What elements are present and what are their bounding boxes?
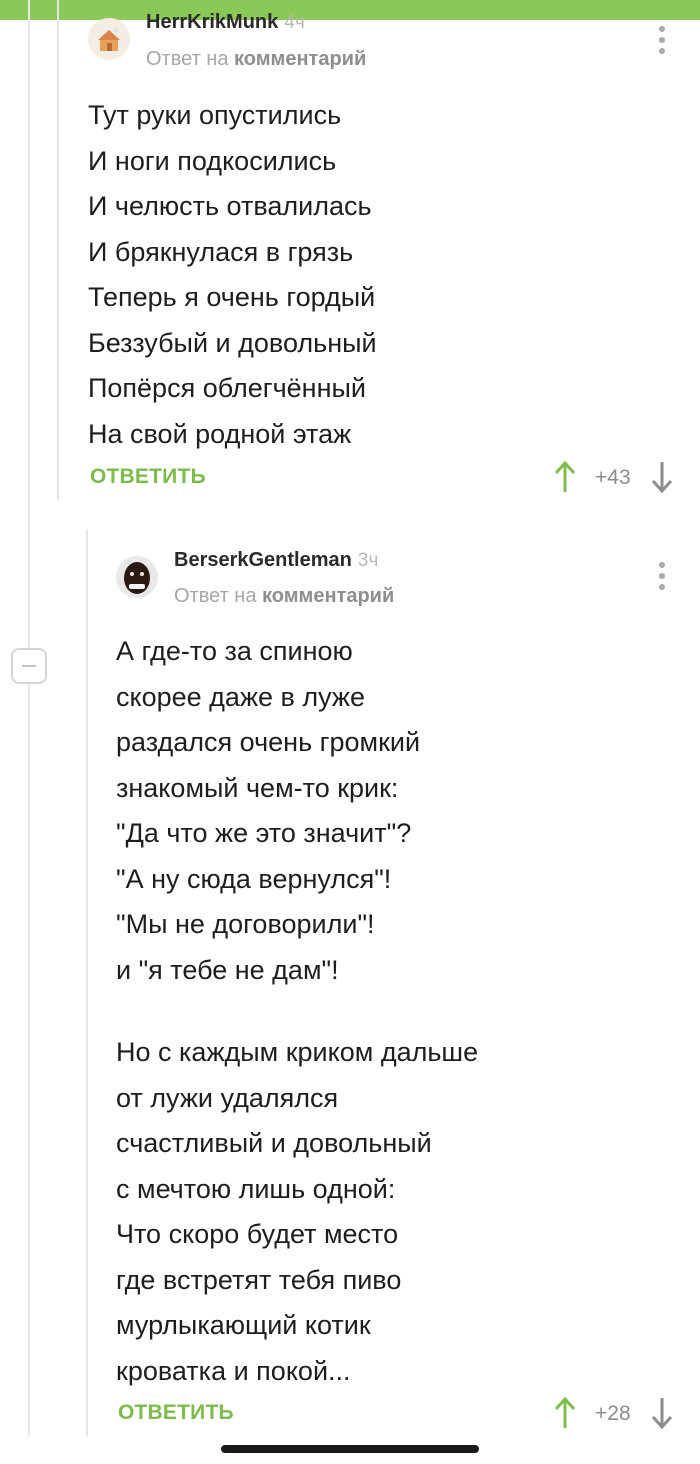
- comment-line: "Да что же это значит"?: [116, 818, 412, 848]
- comment-line: [116, 993, 478, 1030]
- smiling-man-avatar-icon[interactable]: [116, 556, 158, 598]
- downvote-arrow-icon[interactable]: [651, 1396, 673, 1430]
- comment-line: с мечтою лишь одной:: [116, 1173, 396, 1204]
- comment-line: знакомый чем-то крик:: [116, 772, 399, 803]
- reply-to-meta: Ответ на комментарий: [174, 585, 395, 607]
- more-options-icon[interactable]: [657, 562, 667, 592]
- comment-line: где встретят тебя пиво: [116, 1264, 402, 1295]
- comment-body: А где-то за спиною скорее даже в луже ра…: [116, 629, 478, 1394]
- comment-line: "Мы не договорили"!: [116, 909, 375, 939]
- more-options-icon[interactable]: [657, 26, 667, 56]
- comment: BerserkGentleman 3ч Ответ на комментарий …: [0, 530, 700, 1440]
- downvote-arrow-icon[interactable]: [651, 460, 673, 494]
- comment-line: раздался очень громкий: [116, 727, 421, 757]
- reply-to-meta: Ответ на комментарий: [146, 48, 367, 70]
- comment-line: Попёрся облегчённый: [88, 373, 366, 403]
- home-indicator[interactable]: [221, 1445, 479, 1453]
- comment-time: 3ч: [357, 550, 379, 571]
- comment-line: кроватка и покой...: [116, 1355, 351, 1386]
- comment-line: Но с каждым криком дальше: [116, 1037, 479, 1067]
- reply-target-link[interactable]: комментарий: [234, 48, 366, 70]
- comment-line: И челюсть отвалилась: [88, 191, 372, 221]
- comment-body: Тут руки опустились И ноги подкосились И…: [88, 93, 377, 452]
- upvote-arrow-icon[interactable]: [554, 460, 576, 494]
- comment-line: счастливый и довольный: [116, 1128, 432, 1158]
- comment-author[interactable]: BerserkGentleman 3ч: [174, 549, 378, 572]
- upvote-arrow-icon[interactable]: [554, 1396, 576, 1430]
- comment-line: А где-то за спиною: [116, 636, 353, 666]
- comment-time: 4ч: [284, 12, 305, 33]
- comment-line: Тут руки опустились: [88, 100, 342, 130]
- comment-line: Беззубый и довольный: [88, 327, 377, 358]
- comment-line: скорее даже в луже: [116, 681, 366, 712]
- comment-line: и "я тебе не дам"!: [116, 954, 339, 985]
- comment-line: И ноги подкосились: [88, 145, 337, 176]
- comment-line: Теперь я очень гордый: [88, 282, 376, 312]
- reply-button[interactable]: ОТВЕТИТЬ: [118, 1401, 234, 1425]
- house-avatar-icon[interactable]: [88, 18, 130, 60]
- comment-line: от лужи удалялся: [116, 1082, 339, 1113]
- reply-button[interactable]: ОТВЕТИТЬ: [90, 465, 206, 489]
- vote-score: +43: [595, 466, 631, 489]
- comment-line: И брякнулася в грязь: [88, 236, 354, 267]
- comment-line: На свой родной этаж: [88, 418, 352, 449]
- comment-line: Что скоро будет место: [116, 1219, 399, 1249]
- reply-target-link[interactable]: комментарий: [262, 585, 394, 607]
- vote-score: +28: [595, 1402, 631, 1425]
- comment: HerrKrikMunk 4ч Ответ на комментарий Тут …: [0, 0, 700, 500]
- comment-line: мурлыкающий котик: [116, 1310, 371, 1340]
- comment-author[interactable]: HerrKrikMunk 4ч: [146, 11, 305, 34]
- comment-line: "А ну сюда вернулся"!: [116, 863, 392, 894]
